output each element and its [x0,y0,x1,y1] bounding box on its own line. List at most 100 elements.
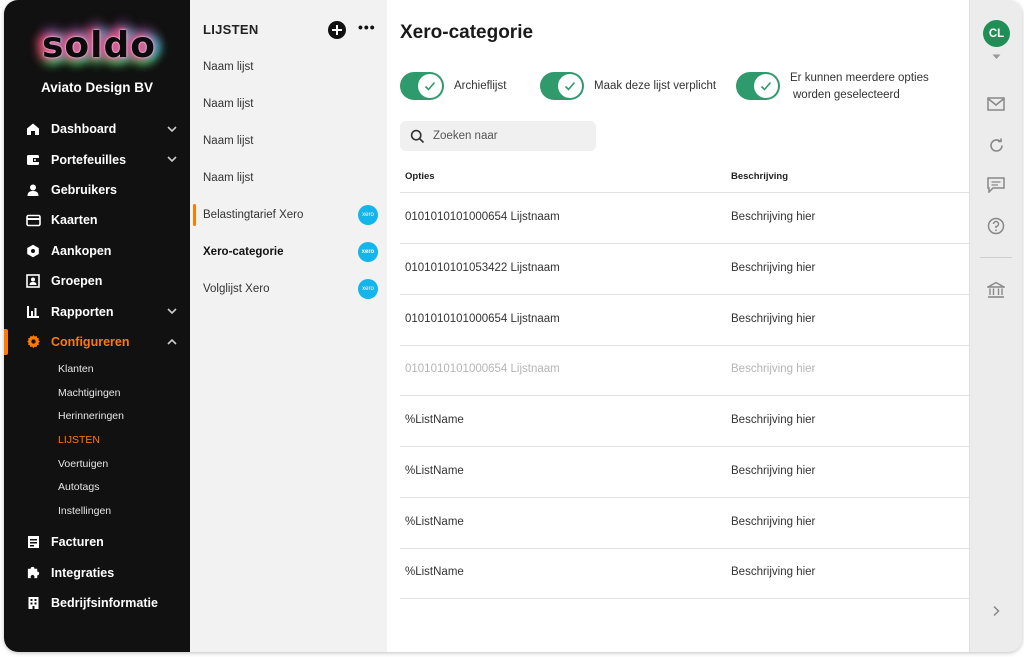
card-icon [25,212,41,228]
description-cell: Beschrijving hier [731,363,816,375]
app-window: soldo Aviato Design BV Dashboard Portefe… [4,0,1022,652]
toggle-label: Maak deze lijst verplicht [594,80,717,92]
list-item[interactable]: Naam lijst [190,126,387,156]
nav-item-dashboard[interactable]: Dashboard [4,114,190,144]
toggle-label-line: worden geselecteerd [793,89,900,101]
list-item-belastingtarief-xero[interactable]: Belastingtarief Xero xero [190,200,387,230]
divider [980,257,1012,258]
check-icon [418,74,442,98]
nav-item-facturen[interactable]: Facturen [4,527,190,557]
right-rail: CL [969,0,1022,652]
list-item[interactable]: Naam lijst [190,52,387,82]
sub-item-machtigingen[interactable]: Machtigingen [4,381,190,405]
more-options-button[interactable]: ••• [358,20,378,38]
column-header-beschrijving[interactable]: Beschrijving [731,171,788,182]
table-row[interactable]: %ListName Beschrijving hier [400,396,969,447]
table-row-archived[interactable]: 0101010101000654 Lijstnaam Beschrijving h… [400,345,969,396]
mail-icon[interactable] [986,94,1006,114]
gear-icon [25,334,41,350]
table-row[interactable]: %ListName Beschrijving hier [400,447,969,498]
nav-item-bedrijfsinformatie[interactable]: Bedrijfsinformatie [4,588,190,618]
table-row[interactable]: %ListName Beschrijving hier [400,548,969,599]
chevron-up-icon[interactable] [166,336,178,348]
toggle-label: Er kunnen meerdere opties worden geselec… [790,70,929,104]
column-header-opties[interactable]: Opties [405,171,435,182]
user-icon [25,182,41,198]
nav-label: Facturen [51,535,104,550]
sub-item-klanten[interactable]: Klanten [4,357,190,381]
list-item-xero-categorie[interactable]: Xero-categorie xero [190,237,387,267]
add-list-button[interactable] [328,21,346,39]
chevron-right-icon[interactable] [986,601,1006,621]
description-cell: Beschrijving hier [731,262,816,274]
table-row[interactable]: 0101010101000654 Lijstnaam Beschrijving h… [400,295,969,346]
avatar[interactable]: CL [983,20,1010,47]
nav-item-groepen[interactable]: Groepen [4,266,190,296]
chevron-down-icon[interactable] [166,305,178,317]
soldo-logo[interactable]: soldo [34,22,164,68]
chevron-down-icon[interactable] [166,153,178,165]
search-input[interactable] [433,130,583,142]
option-cell: %ListName [405,516,464,528]
list-item-volglijst-xero[interactable]: Volglijst Xero xero [190,274,387,304]
nav-label: Integraties [51,565,115,580]
required-toggle[interactable] [540,72,584,100]
page-title: Xero-categorie [400,22,534,43]
nav-item-configureren[interactable]: Configureren [4,327,190,357]
nav-label: Portefeuilles [51,152,127,167]
nav-label: Rapporten [51,304,114,319]
list-item-label: Belastingtarief Xero [203,209,304,221]
purchase-icon [25,243,41,259]
archive-toggle[interactable] [400,72,444,100]
group-icon [25,273,41,289]
sub-item-voertuigen[interactable]: Voertuigen [4,452,190,476]
nav-label: Kaarten [51,213,98,228]
nav-item-aankopen[interactable]: Aankopen [4,236,190,266]
sub-item-herinneringen[interactable]: Herinneringen [4,405,190,429]
nav-label: Dashboard [51,122,117,137]
table-row[interactable]: %ListName Beschrijving hier [400,498,969,549]
chevron-down-icon[interactable] [166,123,178,135]
bank-icon[interactable] [986,280,1006,300]
nav-label: Configureren [51,334,130,349]
refresh-icon[interactable] [986,135,1006,155]
nav-item-rapporten[interactable]: Rapporten [4,296,190,326]
chat-icon[interactable] [986,175,1006,195]
toggle-label: Archieflijst [454,80,507,92]
nav-label: Gebruikers [51,182,118,197]
sub-item-autotags[interactable]: Autotags [4,476,190,500]
option-cell: %ListName [405,414,464,426]
caret-down-icon[interactable] [992,54,1001,60]
nav-item-portefeuilles[interactable]: Portefeuilles [4,144,190,174]
list-item-label: Naam lijst [203,135,254,147]
sub-item-instellingen[interactable]: Instellingen [4,499,190,523]
main-nav: Dashboard Portefeuilles Gebruikers Kaart… [4,114,190,523]
option-cell: 0101010101000654 Lijstnaam [405,211,560,223]
check-icon [558,74,582,98]
search-box[interactable] [400,121,596,151]
lower-nav: Facturen Integraties Bedrijfsinformatie [4,527,190,618]
building-icon [25,595,41,611]
search-icon [410,129,425,143]
list-item-label: Naam lijst [203,61,254,73]
table-row[interactable]: 0101010101053422 Lijstnaam Beschrijving h… [400,244,969,295]
help-icon[interactable] [986,216,1006,236]
sub-item-lijsten[interactable]: LIJSTEN [4,428,190,452]
description-cell: Beschrijving hier [731,313,816,325]
list-item-label: Xero-categorie [203,246,284,258]
description-cell: Beschrijving hier [731,211,816,223]
table-row[interactable]: 0101010101000654 Lijstnaam Beschrijving h… [400,193,969,244]
list-item-label: Naam lijst [203,98,254,110]
list-item[interactable]: Naam lijst [190,89,387,119]
nav-item-gebruikers[interactable]: Gebruikers [4,175,190,205]
nav-label: Groepen [51,274,103,289]
nav-item-kaarten[interactable]: Kaarten [4,205,190,235]
nav-label: Bedrijfsinformatie [51,595,158,610]
list-item-label: Naam lijst [203,172,254,184]
option-cell: %ListName [405,566,464,578]
list-item[interactable]: Naam lijst [190,163,387,193]
nav-item-integraties[interactable]: Integraties [4,557,190,587]
main-content: Xero-categorie Archieflijst Maak deze li… [387,0,969,652]
check-icon [754,74,778,98]
multiple-select-toggle[interactable] [736,72,780,100]
